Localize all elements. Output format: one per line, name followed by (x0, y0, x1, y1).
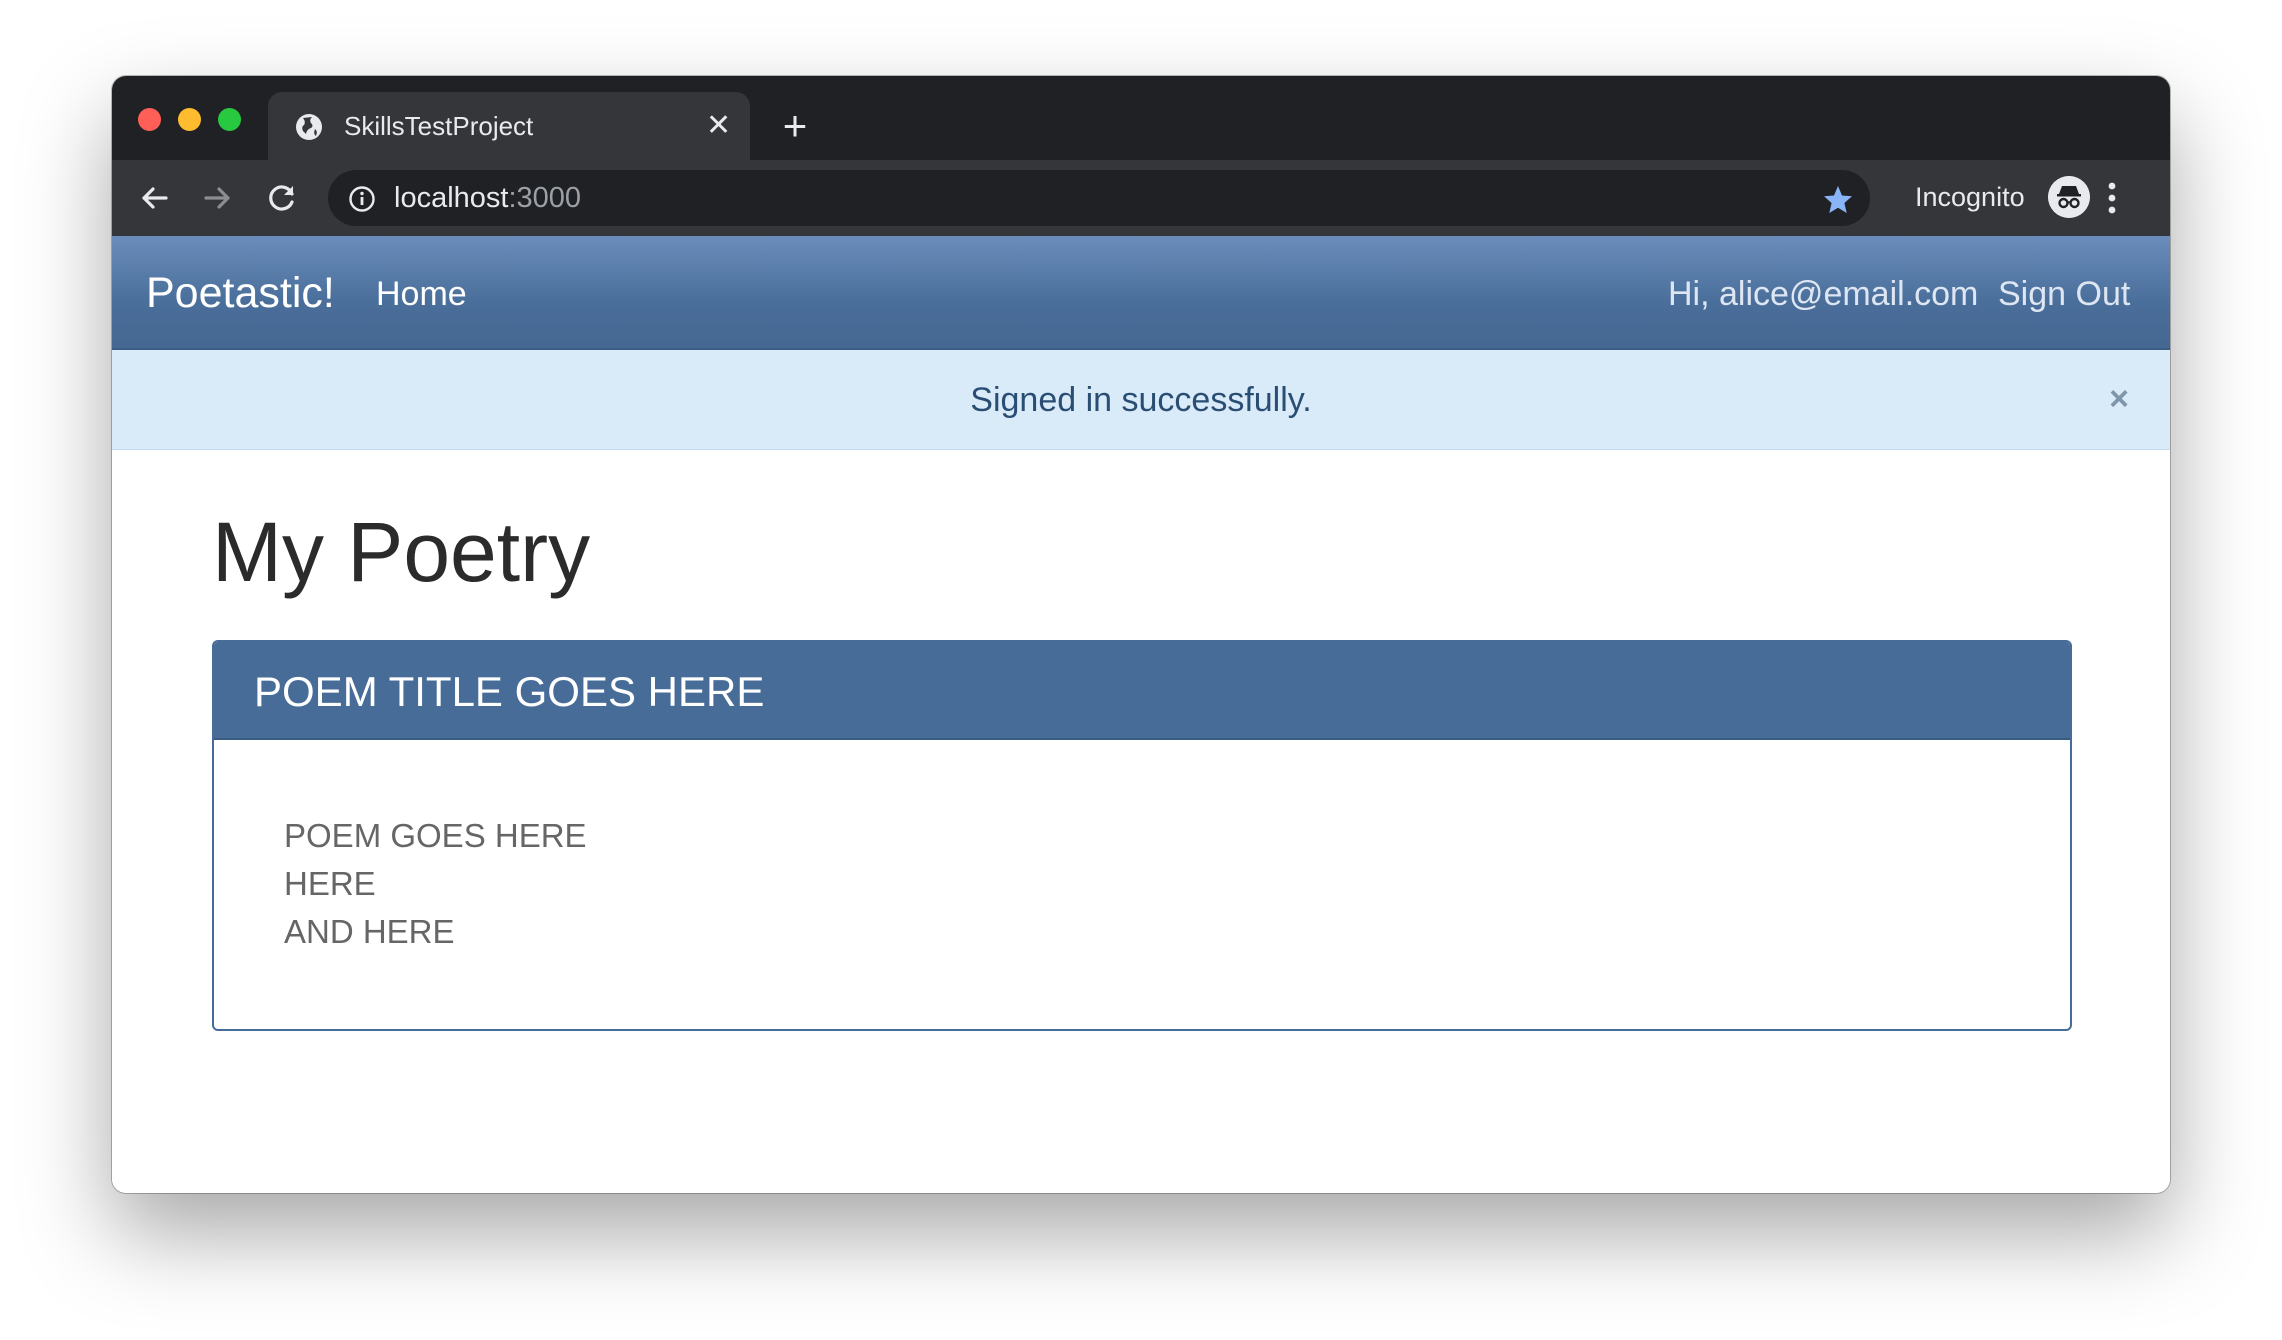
poem-body: POEM GOES HERE HERE AND HERE (284, 812, 587, 956)
sign-out-link[interactable]: Sign Out (1998, 274, 2130, 314)
address-bar[interactable]: localhost:3000 (328, 170, 1870, 226)
brand-link[interactable]: Poetastic! (146, 268, 335, 318)
maximize-window-button[interactable] (218, 108, 241, 131)
minimize-window-button[interactable] (178, 108, 201, 131)
browser-tab-active[interactable]: SkillsTestProject ✕ (268, 92, 750, 160)
globe-icon (296, 114, 322, 140)
user-greeting: Hi, alice@email.com (1668, 275, 1979, 313)
url-port: :3000 (508, 182, 582, 214)
app-navbar: Poetastic! Home Hi, alice@email.com Sign… (112, 236, 2170, 350)
alert-close-icon[interactable]: × (2104, 382, 2134, 416)
forward-arrow-icon[interactable] (200, 180, 236, 216)
browser-window: SkillsTestProject ✕ + localhost:3000 Inc… (112, 76, 2170, 1193)
new-tab-icon[interactable]: + (778, 105, 812, 147)
poem-line: AND HERE (284, 913, 455, 950)
bookmark-star-icon[interactable] (1822, 184, 1854, 216)
tab-title: SkillsTestProject (344, 111, 534, 141)
poem-line: POEM GOES HERE (284, 817, 587, 854)
kebab-menu-icon[interactable] (2106, 180, 2118, 216)
poem-title: POEM TITLE GOES HERE (254, 668, 765, 715)
reload-icon[interactable] (264, 180, 300, 216)
close-window-button[interactable] (138, 108, 161, 131)
incognito-icon[interactable] (2048, 176, 2090, 218)
poem-panel: POEM TITLE GOES HERE POEM GOES HERE HERE… (212, 640, 2072, 1031)
address-url[interactable]: localhost:3000 (394, 182, 581, 214)
poem-line: HERE (284, 865, 376, 902)
flash-alert: Signed in successfully. × (112, 350, 2170, 450)
info-icon[interactable] (348, 185, 376, 213)
browser-toolbar: localhost:3000 Incognito (112, 160, 2170, 236)
back-arrow-icon[interactable] (136, 180, 172, 216)
tab-strip: SkillsTestProject ✕ + (112, 76, 2170, 160)
page-content: Poetastic! Home Hi, alice@email.com Sign… (112, 236, 2170, 1193)
alert-message: Signed in successfully. (970, 381, 1312, 419)
poem-panel-heading: POEM TITLE GOES HERE (214, 642, 2070, 740)
url-host: localhost (394, 182, 509, 214)
tab-close-icon[interactable]: ✕ (706, 111, 731, 141)
nav-link-home[interactable]: Home (376, 274, 467, 314)
page-title: My Poetry (212, 505, 591, 599)
incognito-label: Incognito (1915, 182, 2025, 212)
